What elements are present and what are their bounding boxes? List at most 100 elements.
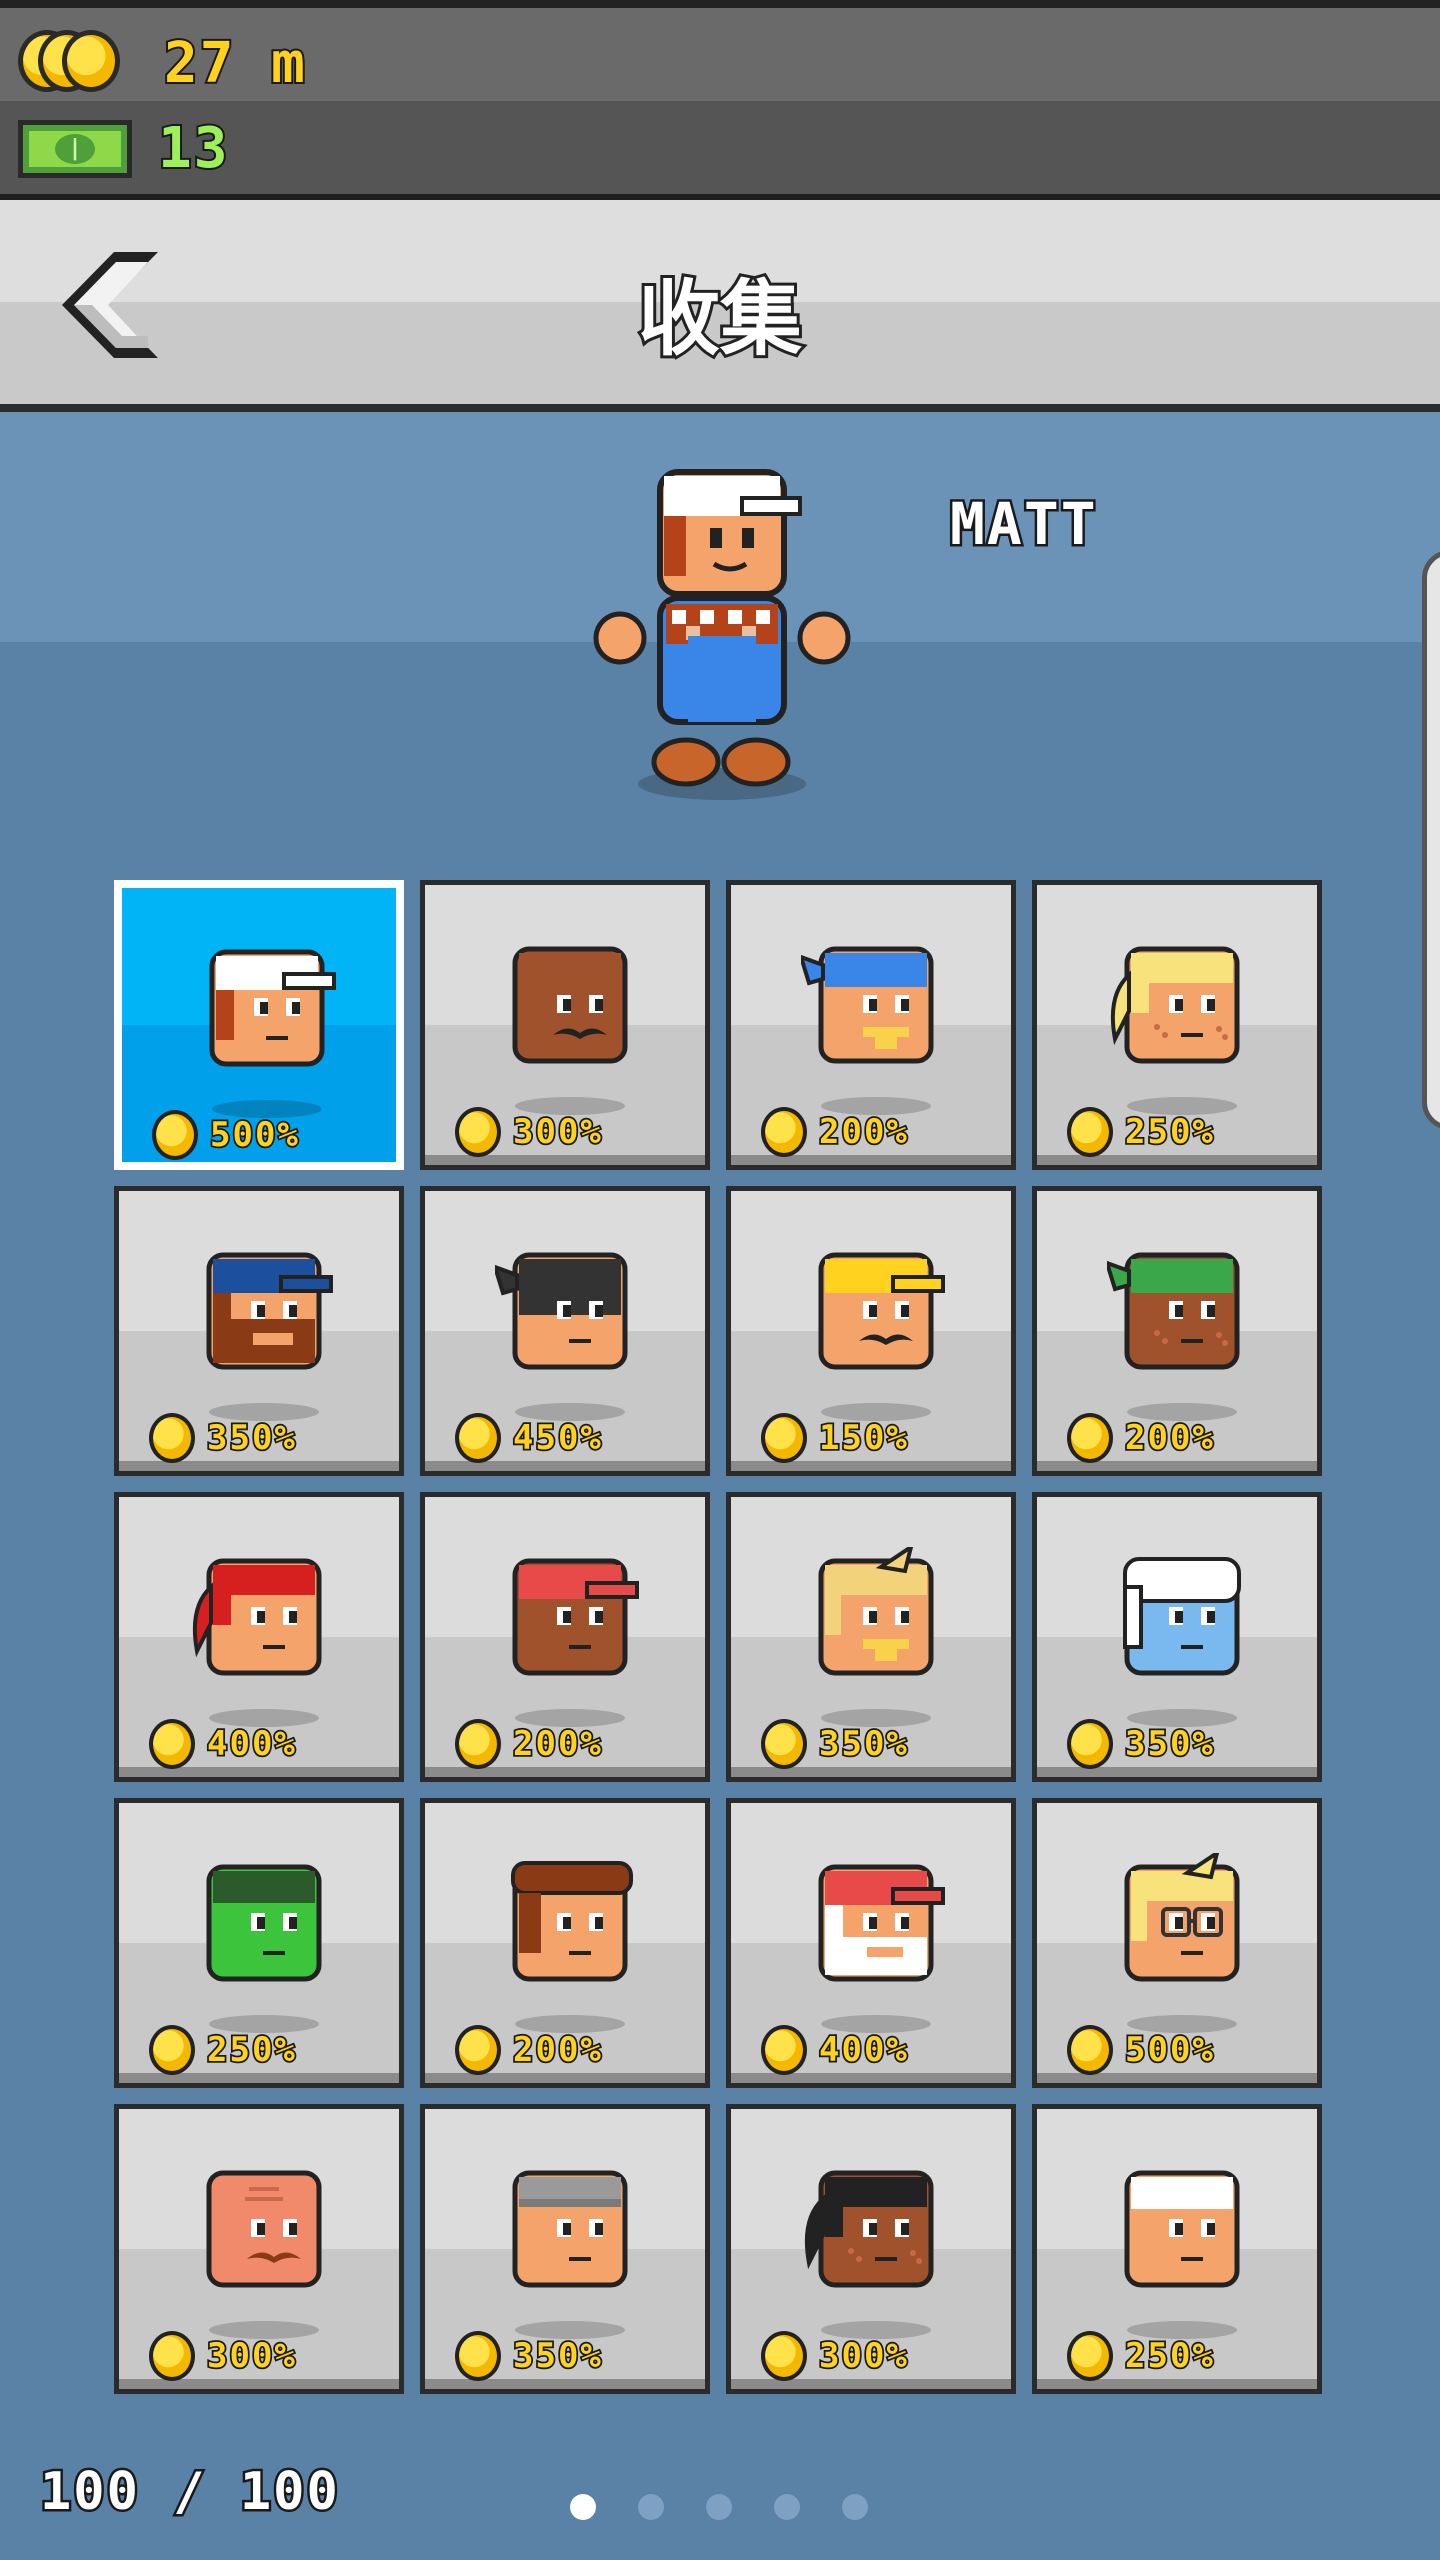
coin-icon [455, 1413, 501, 1463]
character-avatar [192, 1558, 322, 1676]
coin-bonus-value: 500% [1123, 2028, 1215, 2072]
coins-icon [18, 30, 138, 96]
coin-bonus: 350% [1067, 1719, 1215, 1769]
character-tile[interactable]: 500% [1032, 1798, 1322, 2088]
character-avatar [495, 1252, 628, 1370]
page-indicator [570, 2494, 910, 2520]
character-tile[interactable]: 200% [726, 880, 1016, 1170]
character-tile[interactable]: 250% [1032, 880, 1322, 1170]
character-tile[interactable]: 350% [420, 2104, 710, 2394]
side-panel-handle[interactable] [1422, 550, 1440, 1130]
coin-icon [761, 2025, 807, 2075]
page-dot[interactable] [774, 2494, 800, 2520]
coin-bonus-value: 250% [1123, 2334, 1215, 2378]
character-avatar [512, 1558, 639, 1676]
character-tile[interactable]: 400% [114, 1492, 404, 1782]
character-tile[interactable]: 200% [1032, 1186, 1322, 1476]
page-dot[interactable] [570, 2494, 596, 2520]
coin-bonus: 400% [149, 1719, 297, 1769]
coin-bonus: 200% [455, 1719, 603, 1769]
coin-bonus-value: 300% [817, 2334, 909, 2378]
character-avatar [206, 2170, 322, 2288]
coin-icon [149, 2331, 195, 2381]
coin-icon [455, 2025, 501, 2075]
hero-character [592, 466, 852, 806]
character-tile[interactable]: 400% [726, 1798, 1016, 2088]
cash-value: 13 [156, 114, 230, 183]
character-tile[interactable]: 350% [1032, 1492, 1322, 1782]
coin-bonus: 300% [761, 2331, 909, 2381]
coin-bonus-value: 300% [205, 2334, 297, 2378]
cash-icon: | [18, 119, 132, 178]
coin-bonus: 300% [455, 1107, 603, 1157]
character-tile[interactable]: 350% [726, 1492, 1016, 1782]
coin-icon [761, 1107, 807, 1157]
coin-bonus: 500% [152, 1110, 300, 1160]
character-tile[interactable]: 300% [114, 2104, 404, 2394]
collection-count: 100 / 100 [38, 2460, 341, 2525]
coin-bonus-value: 500% [208, 1113, 300, 1157]
character-tile[interactable]: 250% [1032, 2104, 1322, 2394]
page-dot[interactable] [842, 2494, 868, 2520]
character-avatar [801, 946, 934, 1064]
character-tile[interactable]: 250% [114, 1798, 404, 2088]
coin-icon [455, 1719, 501, 1769]
character-tile[interactable]: 350% [114, 1186, 404, 1476]
coin-bonus-value: 150% [817, 1416, 909, 1460]
page-dot[interactable] [706, 2494, 732, 2520]
coin-bonus: 350% [761, 1719, 909, 1769]
character-avatar [512, 2170, 628, 2288]
character-avatar [818, 1547, 934, 1676]
coin-bonus-value: 250% [1123, 1110, 1215, 1154]
character-avatar [1123, 1557, 1241, 1676]
hero-name: MATT [948, 488, 1099, 561]
coin-icon [1067, 1719, 1113, 1769]
coin-bonus: 350% [149, 1413, 297, 1463]
character-avatar [1110, 946, 1240, 1064]
page-title: 收集 [635, 269, 805, 370]
character-avatar [512, 946, 628, 1064]
character-tile[interactable]: 300% [726, 2104, 1016, 2394]
character-tile[interactable]: 150% [726, 1186, 1016, 1476]
coin-bonus: 200% [455, 2025, 603, 2075]
character-avatar [209, 949, 336, 1067]
character-tile[interactable]: 200% [420, 1492, 710, 1782]
character-avatar [206, 1864, 322, 1982]
coin-bonus-value: 350% [511, 2334, 603, 2378]
coin-icon [455, 1107, 501, 1157]
coin-icon [761, 2331, 807, 2381]
coin-bonus: 250% [149, 2025, 297, 2075]
coins-counter: 27 m [18, 29, 307, 98]
coin-icon [761, 1719, 807, 1769]
coin-bonus-value: 400% [205, 1722, 297, 1766]
coin-bonus: 400% [761, 2025, 909, 2075]
coin-icon [1067, 1413, 1113, 1463]
character-avatar [1124, 1853, 1240, 1982]
coin-bonus: 450% [455, 1413, 603, 1463]
coin-bonus: 500% [1067, 2025, 1215, 2075]
coin-bonus-value: 300% [511, 1110, 603, 1154]
coin-bonus: 200% [1067, 1413, 1215, 1463]
character-tile[interactable]: 300% [420, 880, 710, 1170]
coin-bonus-value: 250% [205, 2028, 297, 2072]
coin-icon [1067, 2025, 1113, 2075]
coin-bonus-value: 200% [1123, 1416, 1215, 1460]
character-tile[interactable]: 500% [114, 880, 404, 1170]
coin-bonus-value: 450% [511, 1416, 603, 1460]
coin-icon [149, 2025, 195, 2075]
character-tile[interactable]: 200% [420, 1798, 710, 2088]
coin-bonus: 250% [1067, 1107, 1215, 1157]
coin-bonus: 250% [1067, 2331, 1215, 2381]
coin-bonus-value: 350% [1123, 1722, 1215, 1766]
character-avatar [1107, 1252, 1240, 1370]
character-tile[interactable]: 450% [420, 1186, 710, 1476]
character-avatar [818, 1252, 945, 1370]
character-avatar [206, 1252, 333, 1370]
coin-bonus: 200% [761, 1107, 909, 1157]
coin-icon [1067, 1107, 1113, 1157]
page-dot[interactable] [638, 2494, 664, 2520]
coin-bonus-value: 400% [817, 2028, 909, 2072]
coins-value: 27 m [162, 29, 307, 98]
coin-icon [152, 1110, 198, 1160]
coin-bonus-value: 200% [511, 1722, 603, 1766]
